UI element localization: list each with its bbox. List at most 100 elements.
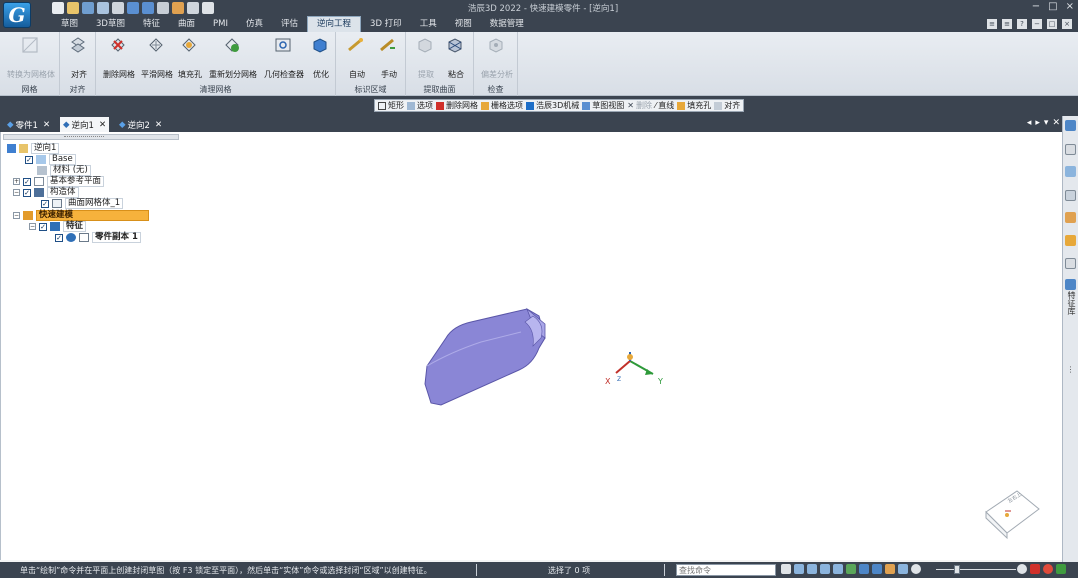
- tree-root[interactable]: 逆向1: [7, 143, 60, 154]
- arrow-icon[interactable]: [781, 564, 791, 574]
- command-search-input[interactable]: [676, 564, 776, 576]
- zoom-slider[interactable]: [936, 569, 1016, 570]
- delete-mesh-tool[interactable]: 删除网格: [436, 100, 478, 111]
- tree-item-rapid-model[interactable]: − 快速建模: [13, 210, 149, 221]
- smooth-mesh-button[interactable]: 平滑网格: [141, 36, 173, 79]
- delete-tool[interactable]: ✕ 删除: [627, 100, 652, 111]
- tab-evaluate[interactable]: 评估: [272, 16, 307, 32]
- manual-identify-button[interactable]: 手动: [379, 36, 397, 79]
- delete-mesh-button[interactable]: 删除网格: [103, 36, 135, 79]
- tree-item-mesh-body[interactable]: ✓ 曲面网格体_1: [41, 198, 124, 209]
- doc-restore-button[interactable]: □: [1047, 19, 1057, 29]
- fill-hole-button[interactable]: 填充孔: [178, 36, 202, 79]
- convert-to-mesh-button[interactable]: 转换为网格体: [7, 36, 55, 79]
- options-tool[interactable]: 选项: [407, 100, 433, 111]
- app-logo[interactable]: G: [3, 2, 31, 28]
- tab-view[interactable]: 视图: [446, 16, 481, 32]
- visibility-checkbox[interactable]: ✓: [39, 222, 47, 231]
- visibility-checkbox[interactable]: ✓: [41, 199, 49, 208]
- layers-icon[interactable]: [1065, 212, 1076, 223]
- collapse-icon[interactable]: −: [13, 189, 20, 196]
- doc-close-button[interactable]: ×: [1062, 19, 1072, 29]
- visibility-checkbox[interactable]: ✓: [25, 155, 33, 164]
- expand-icon[interactable]: +: [13, 178, 20, 185]
- maximize-button[interactable]: □: [1048, 1, 1057, 12]
- zoom-icon[interactable]: [807, 564, 817, 574]
- display-icon[interactable]: [898, 564, 908, 574]
- stitch-button[interactable]: 粘合: [446, 36, 464, 79]
- tab-3d-print[interactable]: 3D 打印: [361, 16, 411, 32]
- help-dock-icon[interactable]: [1065, 144, 1076, 155]
- pathfinder-scrollbar[interactable]: [3, 134, 179, 140]
- user-icon[interactable]: [1065, 166, 1076, 177]
- zoom-in-icon[interactable]: [1017, 564, 1027, 574]
- auto-identify-button[interactable]: 自动: [347, 36, 365, 79]
- scroll-left-icon[interactable]: ◂: [1027, 118, 1032, 128]
- mesh-model[interactable]: [421, 306, 561, 408]
- geometry-checker-button[interactable]: 几何检查器: [264, 36, 304, 79]
- doc-tab-part1[interactable]: ◆ 零件1 ✕: [4, 117, 53, 132]
- tree-item-base[interactable]: ✓ Base: [25, 154, 76, 165]
- sketch-view-tool[interactable]: 草图视图: [582, 100, 624, 111]
- doc-tab-reverse2[interactable]: ◆ 逆向2 ✕: [116, 117, 165, 132]
- section-icon[interactable]: [885, 564, 895, 574]
- extract-button[interactable]: 提取: [416, 36, 434, 79]
- tree-item-ref-planes[interactable]: + ✓ 基本参考平面: [13, 176, 105, 187]
- rotate-icon[interactable]: [846, 564, 856, 574]
- gstarcad-mech-tool[interactable]: 浩辰3D机械: [526, 100, 579, 111]
- download-icon[interactable]: [1056, 564, 1066, 574]
- doc-tab-reverse1[interactable]: ◆ 逆向1 ✕: [60, 117, 110, 132]
- tree-item-features[interactable]: − ✓ 特征: [29, 221, 87, 232]
- shading-icon[interactable]: [872, 564, 882, 574]
- feature-library-tab[interactable]: 特征库: [1065, 291, 1077, 315]
- tool-icon[interactable]: [1065, 235, 1076, 246]
- close-button[interactable]: ×: [1066, 1, 1074, 12]
- feature-library-icon[interactable]: [1065, 279, 1076, 290]
- tree-item-material[interactable]: 材料 (无): [37, 165, 91, 176]
- fill-hole-tool[interactable]: 填充孔: [677, 100, 711, 111]
- grid-options-tool[interactable]: 栅格选项: [481, 100, 523, 111]
- rectangle-tool[interactable]: 矩形: [378, 100, 404, 111]
- visibility-checkbox[interactable]: ✓: [55, 233, 63, 242]
- close-tab-icon[interactable]: ✕: [99, 120, 106, 130]
- deviation-analysis-button[interactable]: 偏差分析: [481, 36, 513, 79]
- sort-icon[interactable]: [1065, 258, 1076, 269]
- help-icon[interactable]: ?: [1017, 19, 1027, 29]
- more-icon[interactable]: ⋮: [1065, 364, 1076, 375]
- remesh-button[interactable]: 重新划分网格: [209, 36, 257, 79]
- stop-icon[interactable]: [1043, 564, 1053, 574]
- align-button[interactable]: 对齐: [69, 36, 87, 79]
- close-tab-icon[interactable]: ✕: [43, 120, 50, 130]
- tree-item-construction[interactable]: − ✓ 构造体: [13, 187, 79, 198]
- visibility-checkbox[interactable]: ✓: [23, 177, 31, 186]
- tab-3d-sketch[interactable]: 3D草图: [87, 16, 134, 32]
- scroll-right-icon[interactable]: ▸: [1035, 118, 1040, 128]
- zoom-out-icon[interactable]: [911, 564, 921, 574]
- line-tool[interactable]: ⁄ 直线: [655, 100, 674, 111]
- close-tab-icon[interactable]: ✕: [155, 120, 162, 130]
- optimize-button[interactable]: 优化: [311, 36, 329, 79]
- tab-features[interactable]: 特征: [134, 16, 169, 32]
- tab-tools[interactable]: 工具: [411, 16, 446, 32]
- tab-simulation[interactable]: 仿真: [237, 16, 272, 32]
- visibility-checkbox[interactable]: ✓: [23, 188, 31, 197]
- tab-pmi[interactable]: PMI: [204, 16, 237, 32]
- align-tool[interactable]: 对齐: [714, 100, 740, 111]
- doc-minimize-button[interactable]: −: [1032, 19, 1042, 29]
- options-icon[interactable]: ≡: [1002, 19, 1012, 29]
- tab-surface[interactable]: 曲面: [169, 16, 204, 32]
- layout-icon[interactable]: ≡: [987, 19, 997, 29]
- graphics-window[interactable]: 逆向1 ✓ Base 材料 (无) + ✓ 基本参考平面 − ✓ 构造体 ✓ 曲…: [0, 132, 1062, 560]
- fit-icon[interactable]: [820, 564, 830, 574]
- close-all-icon[interactable]: ✕: [1052, 118, 1060, 128]
- tab-reverse-engineering[interactable]: 逆向工程: [307, 16, 362, 32]
- pan-icon[interactable]: [833, 564, 843, 574]
- scroll-thumb[interactable]: [64, 136, 104, 138]
- view-cube[interactable]: 左右上: [981, 478, 1043, 542]
- zoom-area-icon[interactable]: [794, 564, 804, 574]
- collapse-icon[interactable]: −: [13, 212, 20, 219]
- grid-dock-icon[interactable]: [1065, 190, 1076, 201]
- tree-item-part-copy[interactable]: ✓ 零件副本 1: [55, 232, 141, 243]
- view-orient-icon[interactable]: [859, 564, 869, 574]
- pathfinder-icon[interactable]: [1065, 120, 1076, 131]
